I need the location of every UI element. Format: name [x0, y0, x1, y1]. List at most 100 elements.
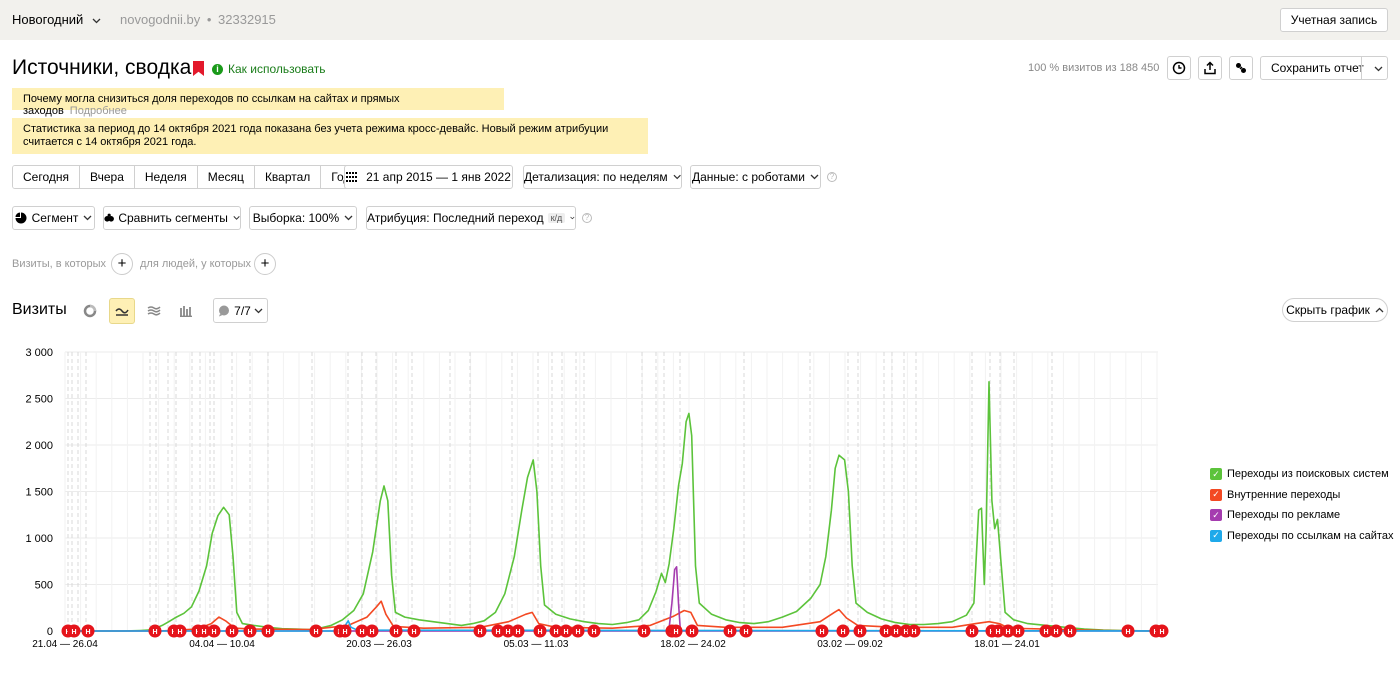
chart-section-title: Визиты — [12, 301, 67, 318]
pie-chart-icon — [83, 304, 97, 318]
legend-item[interactable]: ✓ Переходы по рекламе — [1210, 505, 1393, 526]
y-tick-label: 0 — [47, 626, 53, 638]
counter-selector[interactable]: Новогодний — [12, 12, 101, 27]
area-view-button[interactable] — [141, 298, 167, 324]
period-today[interactable]: Сегодня — [13, 166, 80, 188]
segment-label: Сегмент — [31, 211, 79, 225]
page-title: Источники, сводка — [12, 56, 192, 79]
visits-chart[interactable]: 3 000 2 500 2 000 1 500 1 000 500 0 H H H H H H H H H H H… — [0, 340, 1200, 660]
period-yesterday[interactable]: Вчера — [80, 166, 135, 188]
date-range-button[interactable]: 21 апр 2015 — 1 янв 2022 — [344, 165, 513, 189]
comment-icon — [219, 305, 230, 316]
chevron-up-icon — [1375, 307, 1384, 313]
add-people-filter-button[interactable]: + — [254, 253, 276, 275]
detail-dropdown[interactable]: Детализация: по неделям — [523, 165, 682, 189]
export-button[interactable] — [1198, 56, 1222, 80]
chart-legend: ✓ Переходы из поисковых систем ✓ Внутренние… — [1210, 464, 1393, 546]
period-month[interactable]: Месяц — [197, 166, 255, 188]
holiday-marker-label: H — [553, 629, 558, 636]
data-label: Данные: с роботами — [692, 170, 805, 184]
help-icon[interactable]: ? — [582, 213, 592, 223]
legend-label: Переходы по рекламе — [1227, 509, 1341, 522]
account-button[interactable]: Учетная запись — [1280, 8, 1388, 32]
holiday-marker-label: H — [1053, 629, 1058, 636]
hide-chart-button[interactable]: Скрыть график — [1282, 298, 1388, 322]
notice-traffic-drop: Почему могла снизиться доля переходов по… — [12, 88, 504, 117]
visits-summary: 100 % визитов из 188 450 — [1028, 62, 1160, 74]
compare-segments-button[interactable]: Сравнить сегменты — [103, 206, 241, 230]
chevron-down-icon — [83, 215, 92, 221]
holiday-marker-label: H — [819, 629, 824, 636]
x-tick-label: 18.02 — 24.02 — [660, 639, 726, 650]
legend-item[interactable]: ✓ Переходы по ссылкам на сайтах — [1210, 526, 1393, 547]
account-label: Учетная запись — [1290, 13, 1378, 27]
checkbox-icon[interactable]: ✓ — [1210, 529, 1222, 542]
pie-icon — [15, 212, 27, 224]
counter-id: 32332915 — [218, 12, 276, 27]
holiday-marker-label: H — [515, 629, 520, 636]
clock-icon — [1172, 61, 1186, 75]
legend-item[interactable]: ✓ Внутренние переходы — [1210, 485, 1393, 506]
sample-dropdown[interactable]: Выборка: 100% — [249, 206, 357, 230]
period-selector: Сегодня Вчера Неделя Месяц Квартал Год — [12, 165, 362, 189]
howto-link[interactable]: i Как использовать — [212, 62, 326, 76]
line-view-button[interactable] — [109, 298, 135, 324]
holiday-marker-label: H — [969, 629, 974, 636]
checkbox-icon[interactable]: ✓ — [1210, 488, 1222, 501]
chevron-down-icon — [810, 174, 819, 180]
x-tick-label: 04.04 — 10.04 — [189, 639, 255, 650]
attribution-dropdown[interactable]: Атрибуция: Последний переход к/д — [366, 206, 576, 230]
period-quarter[interactable]: Квартал — [254, 166, 322, 188]
holiday-marker-label: H — [1043, 629, 1048, 636]
line-chart-icon — [115, 308, 129, 316]
holiday-marker-label: H — [495, 629, 500, 636]
legend-label: Переходы из поисковых систем — [1227, 468, 1389, 481]
series-selector-button[interactable]: 7/7 — [213, 298, 268, 323]
add-visits-filter-button[interactable]: + — [111, 253, 133, 275]
history-button[interactable] — [1167, 56, 1191, 80]
chevron-down-icon — [570, 216, 575, 220]
x-tick-label: 05.03 — 11.03 — [504, 639, 569, 650]
holiday-marker-label: H — [1005, 629, 1010, 636]
attribution-tag: к/д — [547, 213, 566, 223]
chevron-down-icon — [254, 308, 263, 313]
help-icon[interactable]: ? — [827, 172, 837, 182]
people-filter-label: для людей, у которых — [140, 258, 251, 270]
checkbox-icon[interactable]: ✓ — [1210, 509, 1222, 522]
chevron-down-icon — [673, 174, 681, 180]
attribution-label: Атрибуция: Последний переход — [367, 211, 544, 225]
bar-view-button[interactable] — [173, 298, 199, 324]
holiday-marker-label: H — [743, 629, 748, 636]
legend-label: Внутренние переходы — [1227, 488, 1341, 501]
legend-item[interactable]: ✓ Переходы из поисковых систем — [1210, 464, 1393, 485]
compare-icon — [104, 213, 114, 222]
sample-label: Выборка: 100% — [252, 211, 340, 225]
hide-chart-label: Скрыть график — [1286, 303, 1370, 317]
bookmark-icon[interactable] — [193, 61, 204, 76]
y-tick-label: 500 — [35, 580, 53, 592]
subscribe-button[interactable] — [1229, 56, 1253, 80]
segment-button[interactable]: Сегмент — [12, 206, 95, 230]
info-icon: i — [212, 63, 223, 75]
holiday-marker-label: H — [1125, 629, 1130, 636]
period-week[interactable]: Неделя — [134, 166, 198, 188]
save-report-label: Сохранить отчет — [1271, 61, 1364, 75]
checkbox-icon[interactable]: ✓ — [1210, 468, 1222, 481]
howto-label: Как использовать — [228, 62, 326, 76]
holiday-marker-label: H — [359, 629, 364, 636]
holiday-marker-label: H — [575, 629, 580, 636]
holiday-marker-label: H — [229, 629, 234, 636]
pie-view-button[interactable] — [77, 298, 103, 324]
x-tick-label: 18.01 — 24.01 — [974, 639, 1040, 650]
holiday-marker-label: H — [505, 629, 510, 636]
notice-more-link[interactable]: Подробнее — [70, 105, 127, 117]
site-info: novogodnii.by • 32332915 — [120, 12, 276, 27]
holiday-marker-label: H — [211, 629, 216, 636]
holiday-marker-label: H — [893, 629, 898, 636]
data-dropdown[interactable]: Данные: с роботами — [690, 165, 821, 189]
save-report-button[interactable]: Сохранить отчет — [1260, 56, 1388, 80]
chevron-down-icon — [92, 18, 101, 24]
chevron-down-icon[interactable] — [1374, 66, 1383, 72]
holiday-marker-label: H — [393, 629, 398, 636]
y-tick-label: 2 000 — [25, 440, 53, 452]
